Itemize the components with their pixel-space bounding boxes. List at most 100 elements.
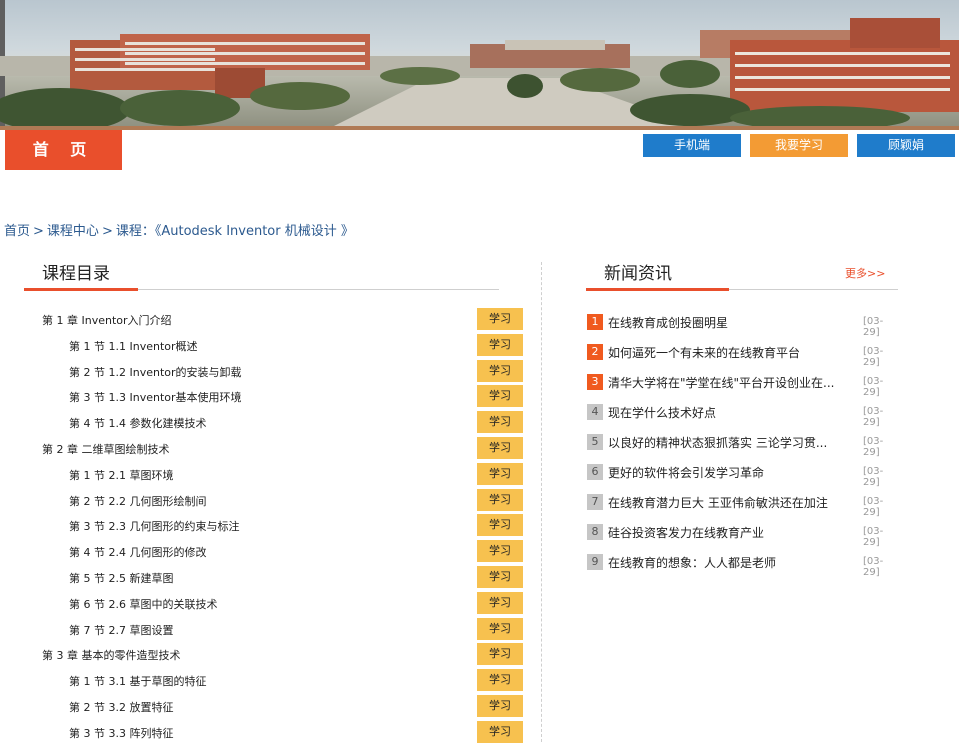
news-rank-badge: 8	[587, 524, 603, 540]
campus-photo	[0, 18, 959, 128]
news-title: 新闻资讯	[604, 264, 672, 284]
news-rank-badge: 1	[587, 314, 603, 330]
study-button[interactable]: 学习	[477, 333, 523, 356]
news-rank-badge: 3	[587, 374, 603, 390]
news-rank-badge: 7	[587, 494, 603, 510]
section-title: 第 1 节 2.1 草图环境	[69, 468, 174, 482]
study-button[interactable]: 学习	[477, 643, 523, 666]
course-title-accent	[24, 288, 138, 291]
news-date: [03-29]	[863, 346, 884, 368]
section-title: 第 2 节 3.2 放置特征	[69, 701, 174, 714]
section-title: 第 7 节 2.7 草图设置	[69, 623, 174, 637]
section-row: 第 4 节 2.4 几何图形的修改 学习	[0, 540, 540, 563]
news-date: [03-29]	[863, 526, 884, 548]
section-row: 第 1 节 3.1 基于草图的特征 学习	[0, 669, 540, 692]
news-headline-link[interactable]: 在线教育的想象：人人都是老师	[608, 554, 848, 571]
study-button[interactable]: 学习	[477, 591, 523, 614]
news-item[interactable]: 5 以良好的精神状态狠抓落实 三论学习贯... [03-29]	[587, 432, 899, 458]
news-headline-link[interactable]: 在线教育潜力巨大 王亚伟俞敏洪还在加注	[608, 494, 848, 511]
study-button[interactable]: 学习	[477, 617, 523, 640]
breadcrumb-separator: >	[101, 224, 113, 239]
section-title: 第 1 节 3.1 基于草图的特征	[69, 675, 207, 689]
news-headline-link[interactable]: 在线教育成创投圈明星	[608, 314, 848, 331]
study-button[interactable]: 学习	[477, 385, 523, 408]
news-item[interactable]: 8 硅谷投资客发力在线教育产业 [03-29]	[587, 522, 899, 548]
study-button[interactable]: 学习	[477, 437, 523, 459]
chapter-row: 第 3 章 基本的零件造型技术 学习	[0, 643, 540, 666]
news-date: [03-29]	[863, 436, 884, 458]
news-date: [03-29]	[863, 556, 884, 578]
section-title: 第 2 节 2.2 几何图形绘制间	[69, 494, 207, 508]
news-item[interactable]: 7 在线教育潜力巨大 王亚伟俞敏洪还在加注 [03-29]	[587, 492, 899, 518]
chapter-title: 第 3 章 基本的零件造型技术	[42, 649, 181, 663]
section-row: 第 3 节 3.3 阵列特征 学习	[0, 720, 540, 743]
section-row: 第 2 节 1.2 Inventor的安装与卸载 学习	[0, 359, 540, 382]
breadcrumb-home-link[interactable]: 首页	[4, 224, 30, 239]
study-button[interactable]: 学习	[477, 308, 523, 330]
section-title: 第 5 节 2.5 新建草图	[69, 572, 174, 585]
chapter-row: 第 2 章 二维草图绘制技术 学习	[0, 437, 540, 459]
news-rank-badge: 4	[587, 404, 603, 420]
start-learning-button[interactable]: 我要学习	[750, 134, 848, 157]
news-title-accent	[586, 288, 729, 291]
breadcrumb: 首页 > 课程中心 > 课程：《Autodesk Inventor 机械设计 》	[4, 220, 354, 239]
chapter-title: 第 1 章 Inventor入门介绍	[42, 314, 172, 327]
news-item[interactable]: 2 如何逼死一个有未来的在线教育平台 [03-29]	[587, 342, 899, 368]
user-name-button[interactable]: 顾颖娟	[857, 134, 955, 157]
section-title: 第 1 节 1.1 Inventor概述	[69, 339, 198, 353]
breadcrumb-current-course: 课程：《Autodesk Inventor 机械设计 》	[115, 224, 354, 239]
news-item[interactable]: 4 现在学什么技术好点 [03-29]	[587, 402, 899, 428]
campus-banner	[0, 0, 959, 128]
mobile-button[interactable]: 手机端	[643, 134, 741, 157]
news-date: [03-29]	[863, 466, 884, 488]
study-button[interactable]: 学习	[477, 669, 523, 692]
news-item[interactable]: 9 在线教育的想象：人人都是老师 [03-29]	[587, 552, 899, 578]
study-button[interactable]: 学习	[477, 411, 523, 434]
news-item[interactable]: 3 清华大学将在"学堂在线"平台开设创业在... [03-29]	[587, 372, 899, 398]
study-button[interactable]: 学习	[477, 514, 523, 537]
section-row: 第 3 节 2.3 几何图形的约束与标注 学习	[0, 514, 540, 537]
course-catalog-title: 课程目录	[42, 264, 110, 284]
study-button[interactable]: 学习	[477, 540, 523, 563]
breadcrumb-course-center-link[interactable]: 课程中心	[47, 224, 99, 239]
section-title: 第 4 节 1.4 参数化建模技术	[69, 417, 207, 431]
study-button[interactable]: 学习	[477, 462, 523, 485]
news-date: [03-29]	[863, 376, 884, 398]
section-row: 第 7 节 2.7 草图设置 学习	[0, 617, 540, 640]
news-date: [03-29]	[863, 316, 884, 338]
news-rank-badge: 6	[587, 464, 603, 480]
news-headline-link[interactable]: 现在学什么技术好点	[608, 404, 848, 421]
news-headline-link[interactable]: 如何逼死一个有未来的在线教育平台	[608, 344, 848, 361]
study-button[interactable]: 学习	[477, 488, 523, 511]
home-tab[interactable]: 首 页	[5, 130, 122, 170]
section-title: 第 6 节 2.6 草图中的关联技术	[69, 597, 218, 611]
news-rank-badge: 9	[587, 554, 603, 570]
section-row: 第 2 节 3.2 放置特征 学习	[0, 695, 540, 717]
study-button[interactable]: 学习	[477, 695, 523, 717]
section-row: 第 6 节 2.6 草图中的关联技术 学习	[0, 591, 540, 614]
study-button[interactable]: 学习	[477, 720, 523, 743]
news-more-link[interactable]: 更多>>	[845, 265, 885, 281]
section-row: 第 1 节 1.1 Inventor概述 学习	[0, 333, 540, 356]
news-headline-link[interactable]: 更好的软件将会引发学习革命	[608, 464, 848, 481]
study-button[interactable]: 学习	[477, 359, 523, 382]
chapter-title: 第 2 章 二维草图绘制技术	[42, 443, 170, 456]
section-title: 第 3 节 3.3 阵列特征	[69, 726, 174, 740]
banner-bottom-line	[0, 126, 959, 130]
news-rank-badge: 2	[587, 344, 603, 360]
news-rank-badge: 5	[587, 434, 603, 450]
column-divider	[541, 262, 542, 742]
section-title: 第 3 节 1.3 Inventor基本使用环境	[69, 391, 242, 405]
news-item[interactable]: 6 更好的软件将会引发学习革命 [03-29]	[587, 462, 899, 488]
news-headline-link[interactable]: 以良好的精神状态狠抓落实 三论学习贯...	[608, 434, 848, 451]
study-button[interactable]: 学习	[477, 566, 523, 588]
news-date: [03-29]	[863, 496, 884, 518]
section-row: 第 1 节 2.1 草图环境 学习	[0, 462, 540, 485]
section-row: 第 3 节 1.3 Inventor基本使用环境 学习	[0, 385, 540, 408]
news-headline-link[interactable]: 清华大学将在"学堂在线"平台开设创业在...	[608, 374, 848, 391]
section-title: 第 4 节 2.4 几何图形的修改	[69, 546, 207, 560]
section-title: 第 3 节 2.3 几何图形的约束与标注	[69, 520, 240, 534]
news-headline-link[interactable]: 硅谷投资客发力在线教育产业	[608, 524, 848, 541]
news-item[interactable]: 1 在线教育成创投圈明星 [03-29]	[587, 312, 899, 338]
section-title: 第 2 节 1.2 Inventor的安装与卸载	[69, 365, 242, 379]
